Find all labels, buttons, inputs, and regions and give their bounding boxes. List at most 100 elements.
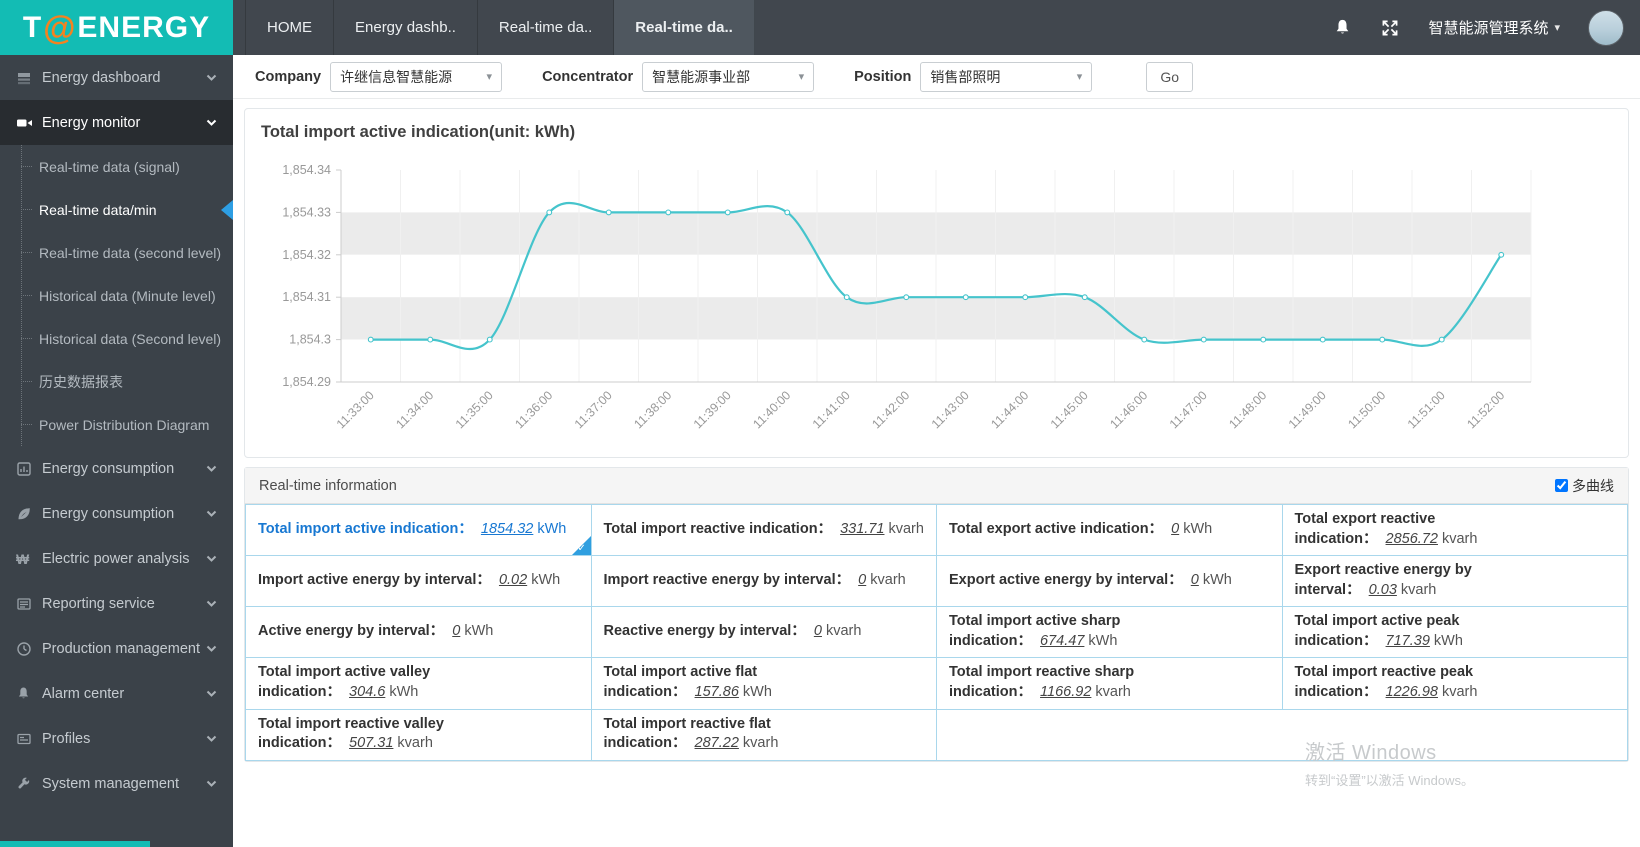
table-cell[interactable]: Reactive energy by interval： 0 kvarh: [590, 606, 937, 659]
realtime-info-header: Real-time information 多曲线: [245, 468, 1628, 504]
cell-unit: kWh: [385, 683, 419, 700]
line-chart[interactable]: 1,854.29 1,854.3 1,854.31 1,854.32 1,854.33 1…: [259, 150, 1544, 450]
cell-label: Reactive energy by interval：: [603, 623, 806, 640]
table-cell[interactable]: Import active energy by interval： 0.02 k…: [245, 555, 592, 608]
table-cell[interactable]: Active energy by interval： 0 kWh: [245, 606, 592, 659]
sidebar-item-energy-consumption-1[interactable]: Energy consumption: [0, 446, 233, 491]
filter-bar: Company 许继信息智慧能源 ▾ Concentrator 智慧能源事业部 …: [233, 55, 1640, 99]
table-cell[interactable]: Import reactive energy by interval： 0 kv…: [590, 555, 937, 608]
sidebar-item-profiles[interactable]: Profiles: [0, 716, 233, 761]
svg-text:11:42:00: 11:42:00: [869, 388, 912, 431]
svg-text:11:49:00: 11:49:00: [1286, 388, 1329, 431]
cell-unit: kWh: [1429, 632, 1463, 649]
table-cell[interactable]: [936, 708, 1628, 761]
main-content: Company 许继信息智慧能源 ▾ Concentrator 智慧能源事业部 …: [233, 55, 1640, 847]
cell-value: 0: [1171, 520, 1180, 537]
system-title: 智慧能源管理系统: [1428, 20, 1549, 37]
table-cell[interactable]: Total import reactive indication： 331.71…: [590, 503, 937, 557]
table-cell[interactable]: Total import active indication： 1854.32 …: [245, 503, 592, 557]
sidebar-item-electric-power-analysis[interactable]: ₩ Electric power analysis: [0, 536, 233, 581]
tab-energy-dashboard[interactable]: Energy dashb..: [334, 0, 478, 55]
svg-text:1,854.33: 1,854.33: [282, 205, 331, 219]
sidebar-item-system-management[interactable]: System management: [0, 761, 233, 806]
table-row: Active energy by interval： 0 kWh Reactive…: [245, 606, 1628, 659]
notification-bell-icon[interactable]: [1333, 18, 1352, 37]
cell-unit: kvarh: [1091, 683, 1131, 700]
multi-curve-label[interactable]: 多曲线: [1572, 476, 1614, 496]
sidebar-item-label: Energy consumption: [42, 460, 175, 477]
cell-unit: kWh: [1084, 632, 1118, 649]
table-cell[interactable]: Total import active valley indication： 3…: [245, 657, 592, 710]
submenu-item-power-distribution[interactable]: Power Distribution Diagram: [0, 403, 233, 446]
cell-label: Total import active indication：: [258, 520, 473, 537]
table-cell[interactable]: Total export active indication： 0 kWh: [936, 503, 1283, 557]
fullscreen-expand-icon[interactable]: [1380, 18, 1400, 38]
go-button[interactable]: Go: [1146, 61, 1194, 92]
concentrator-select-value: 智慧能源事业部: [652, 68, 751, 85]
svg-text:11:37:00: 11:37:00: [572, 388, 615, 431]
wrench-icon: [16, 776, 42, 791]
sidebar-item-production-management[interactable]: Production management: [0, 626, 233, 671]
company-select-value: 许继信息智慧能源: [340, 68, 453, 85]
tab-realtime-1[interactable]: Real-time da..: [478, 0, 615, 55]
sidebar-item-reporting-service[interactable]: Reporting service: [0, 581, 233, 626]
submenu-item-historical-minute[interactable]: Historical data (Minute level): [0, 274, 233, 317]
cell-value: 1226.98: [1385, 683, 1438, 700]
svg-text:11:46:00: 11:46:00: [1107, 388, 1150, 431]
sidebar-item-alarm-center[interactable]: Alarm center: [0, 671, 233, 716]
submenu-item-realtime-second[interactable]: Real-time data (second level): [0, 231, 233, 274]
concentrator-select[interactable]: 智慧能源事业部 ▾: [642, 61, 815, 92]
submenu-item-realtime-min[interactable]: Real-time data/min: [0, 188, 233, 231]
svg-text:11:52:00: 11:52:00: [1464, 388, 1507, 431]
table-cell[interactable]: Total import reactive valley indication：…: [245, 708, 592, 761]
won-sign-icon: ₩: [16, 550, 30, 567]
tab-realtime-2[interactable]: Real-time da..: [614, 0, 755, 55]
position-select[interactable]: 销售部照明 ▾: [920, 61, 1093, 92]
table-cell[interactable]: Total import reactive flat indication： 2…: [590, 708, 937, 761]
avatar[interactable]: [1588, 9, 1624, 46]
table-cell[interactable]: Total import active flat indication： 157…: [590, 657, 937, 710]
svg-text:11:35:00: 11:35:00: [453, 388, 496, 431]
svg-text:1,854.32: 1,854.32: [282, 248, 331, 262]
chevron-down-icon: [206, 735, 217, 743]
table-cell[interactable]: Total export reactive indication： 2856.7…: [1281, 503, 1628, 557]
table-cell[interactable]: Total import reactive sharp indication： …: [936, 657, 1283, 710]
sidebar-item-energy-consumption-2[interactable]: Energy consumption: [0, 491, 233, 536]
multi-curve-checkbox[interactable]: [1555, 479, 1568, 492]
cell-value: 157.86: [694, 683, 739, 700]
company-select[interactable]: 许继信息智慧能源 ▾: [330, 61, 503, 92]
realtime-info-panel: Real-time information 多曲线 Total import a…: [244, 467, 1629, 762]
cell-value: 1854.32: [480, 520, 534, 537]
svg-text:1,854.31: 1,854.31: [282, 290, 331, 304]
table-cell[interactable]: Total import active peak indication： 717…: [1281, 606, 1628, 659]
table-cell[interactable]: Export active energy by interval： 0 kWh: [936, 555, 1283, 608]
cell-label: Import reactive energy by interval：: [603, 571, 851, 588]
cell-label: Active energy by interval：: [258, 623, 445, 640]
table-cell[interactable]: Total import active sharp indication： 67…: [936, 606, 1283, 659]
submenu-label: Real-time data (signal): [39, 158, 180, 175]
cell-value: 0: [813, 623, 822, 640]
cell-unit: kWh: [527, 571, 561, 588]
sidebar-item-energy-monitor[interactable]: Energy monitor: [0, 100, 233, 145]
app-logo: T @ ENERGY: [0, 0, 233, 55]
submenu-item-realtime-signal[interactable]: Real-time data (signal): [0, 145, 233, 188]
submenu-item-history-report[interactable]: 历史数据报表: [0, 360, 233, 403]
table-cell[interactable]: Export reactive energy by interval： 0.03…: [1281, 555, 1628, 608]
chevron-down-icon: ▾: [798, 71, 805, 83]
svg-text:11:36:00: 11:36:00: [512, 388, 555, 431]
svg-text:11:45:00: 11:45:00: [1048, 388, 1091, 431]
position-select-value: 销售部照明: [930, 68, 1001, 85]
table-cell[interactable]: Total import reactive peak indication： 1…: [1281, 657, 1628, 710]
cell-unit: kvarh: [1396, 581, 1437, 598]
chevron-down-icon: [206, 555, 217, 563]
cell-value: 674.47: [1040, 632, 1085, 649]
user-menu[interactable]: 智慧能源管理系统 ▾: [1428, 17, 1560, 38]
chevron-down-icon: [206, 119, 217, 127]
energy-monitor-submenu: Real-time data (signal) Real-time data/m…: [0, 145, 233, 446]
sidebar-item-label: Energy consumption: [42, 505, 175, 522]
cell-unit: kvarh: [866, 571, 906, 588]
windows-activation-watermark: 激活 Windows 转到“设置”以激活 Windows。: [1305, 736, 1474, 789]
sidebar-item-energy-dashboard[interactable]: Energy dashboard: [0, 55, 233, 100]
submenu-item-historical-second[interactable]: Historical data (Second level): [0, 317, 233, 360]
tab-home[interactable]: HOME: [245, 0, 334, 55]
